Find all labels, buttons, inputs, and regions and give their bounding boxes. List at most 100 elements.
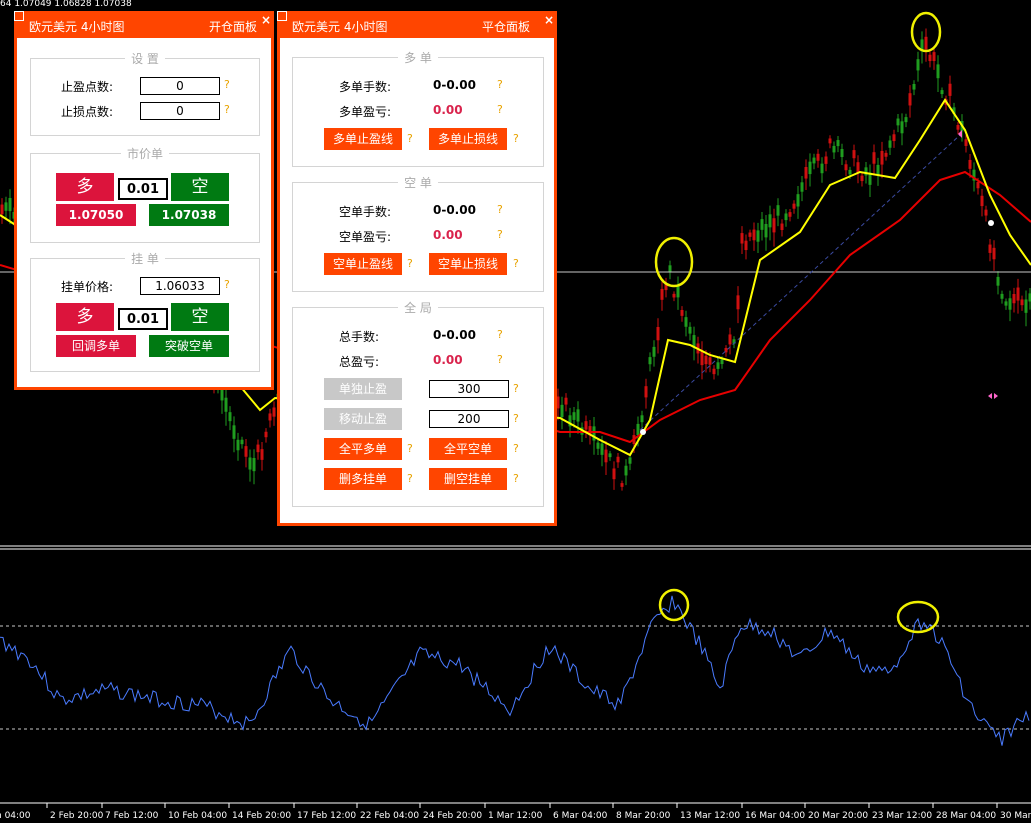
candle-body [904,117,908,123]
candle-body [248,457,252,470]
sell-price-button[interactable]: 1.07038 [149,204,229,226]
help-icon[interactable]: ? [407,257,413,270]
help-icon[interactable]: ? [513,412,519,425]
candle-body [820,163,824,174]
x-axis-label: 7 Feb 12:00 [105,811,159,821]
market-sell-button[interactable]: 空 [171,173,229,201]
x-axis-label: 8 Mar 20:00 [616,811,671,821]
breakout-sell-button[interactable]: 突破空单 [149,335,229,357]
candle-body [968,159,972,169]
candle-body [1012,294,1016,304]
long-pnl-value: 0.00 [433,103,463,117]
help-icon[interactable]: ? [513,132,519,145]
candle-body [260,449,264,460]
single-tp-button[interactable]: 单独止盈 [324,378,402,400]
candle-body [940,90,944,95]
close-panel-body: 多 单 多单手数: 0-0.00 ? 多单盈亏: 0.00 ? 多单止盈线 ? … [280,38,554,523]
candle-body [712,368,716,375]
delete-long-pending-button[interactable]: 删多挂单 [324,468,402,490]
open-panel-titlebar[interactable]: 欧元美元 4小时图 开仓面板 × [15,12,273,38]
help-icon[interactable]: ? [497,353,503,366]
pending-sell-button[interactable]: 空 [171,303,229,331]
help-icon[interactable]: ? [497,203,503,216]
short-pnl-value: 0.00 [433,228,463,242]
candle-body [752,229,756,241]
candle-body [852,150,856,159]
pending-lots-input[interactable]: 0.01 [118,308,168,330]
help-icon[interactable]: ? [513,442,519,455]
candle-body [768,214,772,228]
candle-body [264,431,268,438]
help-icon[interactable]: ? [407,472,413,485]
help-icon[interactable]: ? [497,78,503,91]
candle-body [4,202,8,211]
single-tp-input[interactable]: 300 [429,380,509,398]
help-icon[interactable]: ? [513,257,519,270]
market-lots-input[interactable]: 0.01 [118,178,168,200]
trailing-tp-input[interactable]: 200 [429,410,509,428]
short-tp-line-button[interactable]: 空单止盈线 [324,253,402,275]
total-lots-value: 0-0.00 [433,328,476,342]
x-axis-label: 16 Mar 04:00 [745,811,805,821]
candle-body [900,121,904,134]
short-sl-line-button[interactable]: 空单止损线 [429,253,507,275]
candle-body [988,244,992,253]
buy-price-button[interactable]: 1.07050 [56,204,136,226]
close-all-short-button[interactable]: 全平空单 [429,438,507,460]
help-icon[interactable]: ? [407,132,413,145]
trailing-tp-button[interactable]: 移动止盈 [324,408,402,430]
candle-body [688,326,692,334]
help-icon[interactable]: ? [497,103,503,116]
help-icon[interactable]: ? [407,442,413,455]
candle-body [1004,301,1008,306]
signal-dot [988,220,994,226]
pullback-buy-button[interactable]: 回调多单 [56,335,136,357]
long-tp-line-button[interactable]: 多单止盈线 [324,128,402,150]
help-icon[interactable]: ? [497,328,503,341]
candle-body [720,359,724,365]
close-all-long-button[interactable]: 全平多单 [324,438,402,460]
close-panel-titlebar[interactable]: 欧元美元 4小时图 平仓面板 × [278,12,556,38]
candle-body [8,198,12,212]
candle-body [916,59,920,71]
help-icon[interactable]: ? [513,472,519,485]
candle-body [748,232,752,237]
candle-body [616,456,620,463]
candle-body [772,218,776,233]
open-panel[interactable]: 欧元美元 4小时图 开仓面板 × 设 置 止盈点数: 0 ? 止损点数: 0 ?… [14,11,274,390]
sl-input[interactable]: 0 [140,102,220,120]
candle-body [1008,298,1012,310]
help-icon[interactable]: ? [497,228,503,241]
pending-buy-button[interactable]: 多 [56,303,114,331]
x-axis-label: 13 Mar 12:00 [680,811,740,821]
close-icon[interactable]: × [261,13,271,27]
long-sl-line-button[interactable]: 多单止损线 [429,128,507,150]
candle-body [796,194,800,207]
tp-input[interactable]: 0 [140,77,220,95]
delete-short-pending-button[interactable]: 删空挂单 [429,468,507,490]
candle-body [824,156,828,164]
candle-body [780,223,784,230]
group-title: 空 单 [398,176,438,190]
help-icon[interactable]: ? [224,278,230,291]
long-group: 多 单 多单手数: 0-0.00 ? 多单盈亏: 0.00 ? 多单止盈线 ? … [292,51,544,167]
close-panel[interactable]: 欧元美元 4小时图 平仓面板 × 多 单 多单手数: 0-0.00 ? 多单盈亏… [277,11,557,526]
long-lots-label: 多单手数: [339,80,392,94]
highlight-circle [654,236,694,288]
candle-body [560,404,564,418]
pending-price-input[interactable]: 1.06033 [140,277,220,295]
group-title: 全 局 [398,301,438,315]
close-icon[interactable]: × [544,13,554,27]
help-icon[interactable]: ? [513,382,519,395]
market-buy-button[interactable]: 多 [56,173,114,201]
candle-body [976,181,980,189]
candle-body [1020,299,1024,306]
candle-body [840,149,844,157]
candle-body [740,233,744,244]
candle-body [788,212,792,217]
help-icon[interactable]: ? [224,78,230,91]
x-axis-label: 20 Mar 20:00 [808,811,868,821]
help-icon[interactable]: ? [224,103,230,116]
market-order-group: 市价单 多 0.01 空 1.07050 1.07038 [30,147,260,243]
candle-body [680,310,684,316]
